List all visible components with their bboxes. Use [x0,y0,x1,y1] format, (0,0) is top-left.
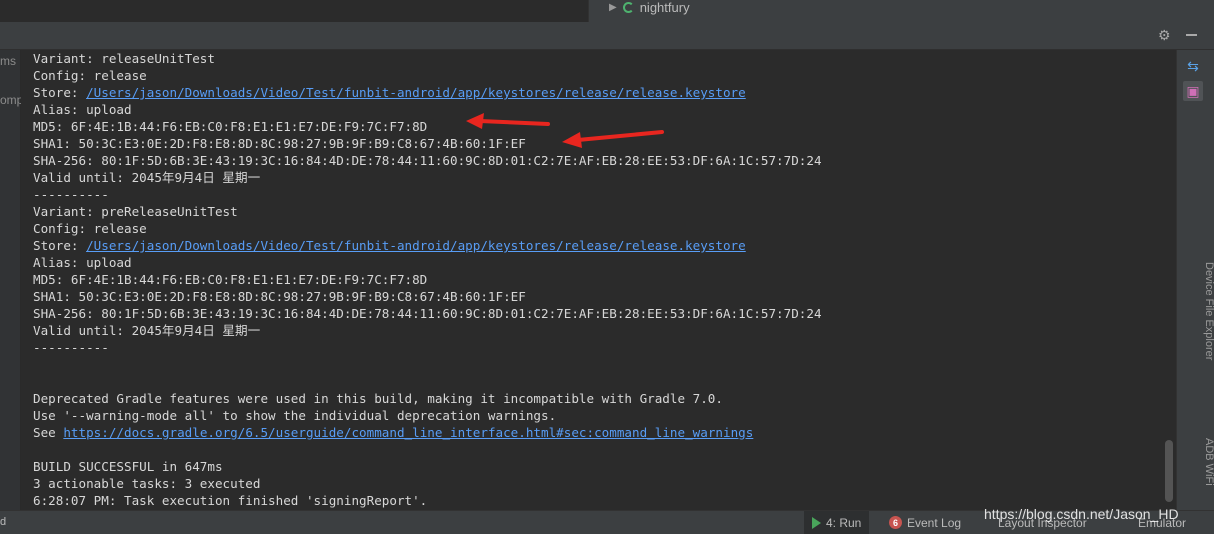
run-console-output[interactable]: Variant: releaseUnitTest Config: release S… [21,50,1165,510]
console-line: ---------- [33,340,109,355]
console-line: Alias: upload [33,255,132,270]
console-line: Use '--warning-mode all' to show the ind… [33,408,557,423]
gear-icon[interactable]: ⚙ [1158,27,1171,44]
device-file-explorer-tab[interactable]: Device File Explorer [1203,262,1214,360]
console-line: Valid until: 2045年9月4日 星期一 [33,323,261,338]
console-line: Valid until: 2045年9月4日 星期一 [33,170,261,185]
minimize-icon[interactable] [1186,34,1197,36]
console-line: Alias: upload [33,102,132,117]
run-icon [812,516,821,529]
console-hyperlink[interactable]: /Users/jason/Downloads/Video/Test/funbit… [86,85,746,100]
console-line: BUILD SUCCESSFUL in 647ms [33,459,223,474]
console-line: SHA-256: 80:1F:5D:6B:3E:43:19:3C:16:84:4… [33,306,822,321]
tree-item-nightfury[interactable]: ▶ nightfury [609,0,690,15]
gutter-text-fragment: ms [0,54,16,68]
console-line: 3 actionable tasks: 3 executed [33,476,261,491]
gutter-text-fragment: omp [0,93,24,107]
annotation-arrow-md5 [466,113,550,129]
event-log-tab[interactable]: 6 Event Log [881,511,969,534]
console-line: 6:28:07 PM: Task execution finished 'sig… [33,493,428,508]
console-line: SHA1: 50:3C:E3:0E:2D:F8:E8:8D:8C:98:27:9… [33,289,526,304]
event-log-label: Event Log [907,515,962,530]
console-line-prefix: Store: [33,85,87,100]
console-scrollbar-thumb[interactable] [1165,440,1173,502]
project-tree-panel: ▶ nightfury [588,0,1214,22]
console-line: Config: release [33,221,147,236]
wrap-lines-icon[interactable]: ⇆ [1183,56,1203,76]
soft-wrap-toggle-icon[interactable]: ▣ [1183,81,1203,101]
console-line: MD5: 6F:4E:1B:44:F6:EB:C0:F8:E1:E1:E7:DE… [33,272,428,287]
run-tool-tab[interactable]: 4: Run [804,511,870,534]
console-line: Store: /Users/jason/Downloads/Video/Test… [33,237,746,254]
console-hyperlink[interactable]: https://docs.gradle.org/6.5/userguide/co… [63,425,753,440]
annotation-arrow-sha1 [562,130,664,148]
status-left-fragment: d [0,516,7,528]
console-line: SHA-256: 80:1F:5D:6B:3E:43:19:3C:16:84:4… [33,153,822,168]
tree-item-label: nightfury [639,0,690,15]
run-tree-gutter: ms omp [0,50,24,510]
console-line: ---------- [33,187,109,202]
event-count-badge: 6 [889,516,902,529]
watermark-text: https://blog.csdn.net/Jason_HD [984,506,1179,522]
run-tab-label: 4: Run [826,515,862,530]
console-line: Variant: releaseUnitTest [33,51,215,66]
console-line: SHA1: 50:3C:E3:0E:2D:F8:E8:8D:8C:98:27:9… [33,136,526,151]
console-line: Config: release [33,68,147,83]
console-line: Variant: preReleaseUnitTest [33,204,238,219]
console-line-prefix: Store: [33,238,87,253]
console-hyperlink[interactable]: /Users/jason/Downloads/Video/Test/funbit… [86,238,746,253]
console-line: See https://docs.gradle.org/6.5/userguid… [33,424,753,441]
console-line: MD5: 6F:4E:1B:44:F6:EB:C0:F8:E1:E1:E7:DE… [33,119,428,134]
console-line: Deprecated Gradle features were used in … [33,391,723,406]
expand-triangle-icon[interactable]: ▶ [609,2,617,13]
module-icon [622,1,634,13]
adb-wifi-tab[interactable]: ADB WiFi [1203,438,1214,486]
console-line-prefix: See [33,425,64,440]
console-line: Store: /Users/jason/Downloads/Video/Test… [33,84,746,101]
run-panel-header: ⚙ [0,22,1214,50]
